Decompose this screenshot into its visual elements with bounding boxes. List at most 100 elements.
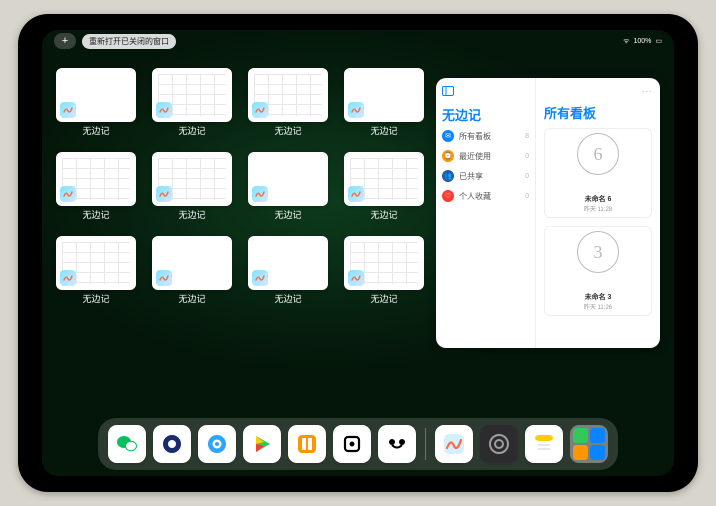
thumb-preview — [56, 152, 136, 206]
freeform-app-icon — [60, 186, 76, 202]
freeform-sidebar: 无边记 ✉ 所有看板 8 ⌚ 最近使用 0 👥 已共享 0 ♡ 个人收藏 0 — [436, 78, 536, 348]
app-switcher-grid: 无边记无边记无边记无边记无边记无边记无边记无边记无边记无边记无边记无边记 — [56, 68, 424, 416]
thumb-preview — [344, 68, 424, 122]
freeform-app-icon — [156, 102, 172, 118]
freeform-board-list: ··· 所有看板 6 未命名 6昨天 11:28 3 未命名 3昨天 11:26 — [536, 78, 660, 348]
window-thumb[interactable]: 无边记 — [344, 152, 424, 222]
dock-wechat-icon[interactable] — [108, 425, 146, 463]
thumb-label: 无边记 — [178, 208, 205, 221]
thumb-preview — [344, 236, 424, 290]
sidebar-item-fav[interactable]: ♡ 个人收藏 0 — [442, 190, 529, 202]
sidebar-toggle-icon[interactable] — [442, 86, 529, 99]
sidebar-title: 无边记 — [442, 105, 529, 124]
dock-quark-icon[interactable] — [153, 425, 191, 463]
more-icon[interactable]: ··· — [544, 86, 652, 97]
board-name: 未命名 3 — [585, 292, 612, 302]
window-thumb[interactable]: 无边记 — [248, 236, 328, 306]
sidebar-item-count: 0 — [525, 173, 529, 180]
message-icon: ✉ — [442, 130, 454, 142]
board-card[interactable]: 6 未命名 6昨天 11:28 — [544, 128, 652, 218]
dock-separator — [425, 428, 426, 460]
thumb-preview — [152, 68, 232, 122]
sidebar-item-label: 已共享 — [459, 171, 483, 182]
sidebar-item-count: 0 — [525, 153, 529, 160]
sidebar-item-recent[interactable]: ⌚ 最近使用 0 — [442, 150, 529, 162]
ipad-screen: + 重新打开已关闭的窗口 ᯤ 100% ▭ 无边记无边记无边记无边记无边记无边记… — [42, 30, 674, 476]
freeform-app-icon — [348, 102, 364, 118]
dock-settings-icon[interactable] — [480, 425, 518, 463]
thumb-label: 无边记 — [370, 292, 397, 305]
thumb-label: 无边记 — [274, 124, 301, 137]
window-thumb[interactable]: 无边记 — [152, 68, 232, 138]
freeform-app-icon — [348, 270, 364, 286]
thumb-preview — [344, 152, 424, 206]
freeform-window-preview[interactable]: 无边记 ✉ 所有看板 8 ⌚ 最近使用 0 👥 已共享 0 ♡ 个人收藏 0 ··· 所有看板 6 未命… — [436, 78, 660, 348]
ipad-frame: + 重新打开已关闭的窗口 ᯤ 100% ▭ 无边记无边记无边记无边记无边记无边记… — [18, 14, 698, 492]
sidebar-item-count: 8 — [525, 133, 529, 140]
thumb-label: 无边记 — [370, 208, 397, 221]
sidebar-item-count: 0 — [525, 193, 529, 200]
fav-icon: ♡ — [442, 190, 454, 202]
dock-freeform-icon[interactable] — [435, 425, 473, 463]
sidebar-item-label: 最近使用 — [459, 151, 491, 162]
thumb-preview — [152, 152, 232, 206]
freeform-app-icon — [156, 186, 172, 202]
window-thumb[interactable]: 无边记 — [248, 152, 328, 222]
thumb-label: 无边记 — [178, 124, 205, 137]
thumb-label: 无边记 — [178, 292, 205, 305]
battery-icon: ▭ — [655, 37, 662, 45]
board-name: 未命名 6 — [585, 194, 612, 204]
thumb-preview — [248, 152, 328, 206]
wifi-icon: ᯤ — [623, 37, 629, 46]
board-card[interactable]: 3 未命名 3昨天 11:26 — [544, 226, 652, 316]
window-thumb[interactable]: 无边记 — [56, 236, 136, 306]
board-sketch: 6 — [577, 133, 619, 175]
add-window-button[interactable]: + — [54, 33, 76, 49]
freeform-app-icon — [60, 102, 76, 118]
thumb-preview — [152, 236, 232, 290]
thumb-label: 无边记 — [274, 292, 301, 305]
reopen-closed-window-pill[interactable]: 重新打开已关闭的窗口 — [82, 34, 176, 49]
window-thumb[interactable]: 无边记 — [152, 236, 232, 306]
thumb-label: 无边记 — [370, 124, 397, 137]
freeform-app-icon — [348, 186, 364, 202]
thumb-label: 无边记 — [82, 292, 109, 305]
thumb-preview — [248, 68, 328, 122]
dock-books-icon[interactable] — [288, 425, 326, 463]
sidebar-item-label: 个人收藏 — [459, 191, 491, 202]
dock-obsidian-icon[interactable] — [333, 425, 371, 463]
board-subtitle: 昨天 11:26 — [584, 302, 612, 311]
window-thumb[interactable]: 无边记 — [56, 68, 136, 138]
window-thumb[interactable]: 无边记 — [248, 68, 328, 138]
thumb-label: 无边记 — [274, 208, 301, 221]
battery-label: 100% — [633, 38, 651, 45]
thumb-label: 无边记 — [82, 208, 109, 221]
dock-play-icon[interactable] — [243, 425, 281, 463]
thumb-preview — [56, 236, 136, 290]
dock-app7-icon[interactable] — [378, 425, 416, 463]
freeform-app-icon — [156, 270, 172, 286]
dock — [98, 418, 618, 470]
sidebar-item-label: 所有看板 — [459, 131, 491, 142]
shared-icon: 👥 — [442, 170, 454, 182]
boards-title: 所有看板 — [544, 103, 652, 122]
dock-notes-icon[interactable] — [525, 425, 563, 463]
dock-browser-icon[interactable] — [198, 425, 236, 463]
window-thumb[interactable]: 无边记 — [344, 68, 424, 138]
recent-icon: ⌚ — [442, 150, 454, 162]
status-bar: + 重新打开已关闭的窗口 ᯤ 100% ▭ — [42, 34, 674, 48]
thumb-preview — [56, 68, 136, 122]
window-thumb[interactable]: 无边记 — [344, 236, 424, 306]
freeform-app-icon — [252, 270, 268, 286]
freeform-app-icon — [252, 186, 268, 202]
window-thumb[interactable]: 无边记 — [152, 152, 232, 222]
dock-app-library[interactable] — [570, 425, 608, 463]
board-sketch: 3 — [577, 231, 619, 273]
sidebar-item-message[interactable]: ✉ 所有看板 8 — [442, 130, 529, 142]
freeform-app-icon — [252, 102, 268, 118]
window-thumb[interactable]: 无边记 — [56, 152, 136, 222]
board-subtitle: 昨天 11:28 — [584, 204, 612, 213]
sidebar-item-shared[interactable]: 👥 已共享 0 — [442, 170, 529, 182]
thumb-preview — [248, 236, 328, 290]
freeform-app-icon — [60, 270, 76, 286]
